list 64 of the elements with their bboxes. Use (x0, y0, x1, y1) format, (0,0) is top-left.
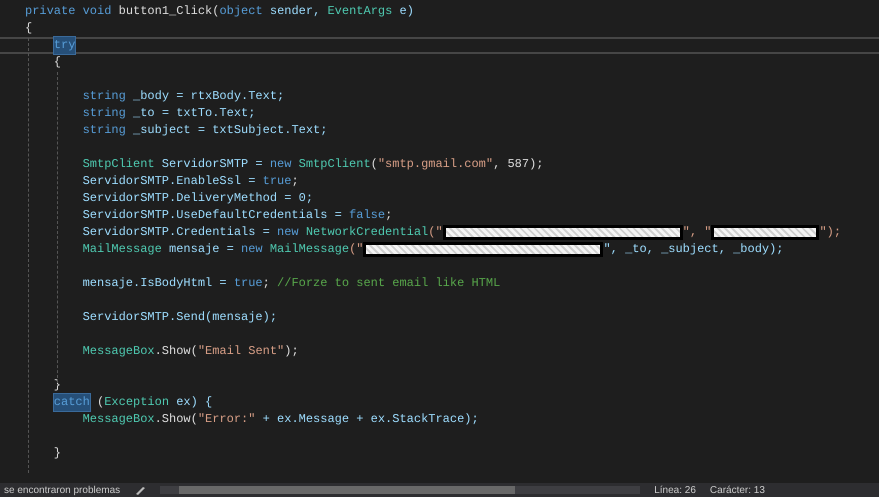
type-token: MessageBox (82, 343, 155, 360)
keyword-token: true (262, 173, 292, 190)
type-token: MailMessage (268, 241, 350, 258)
string-literal: "); (819, 224, 842, 241)
string-literal: "Email Sent" (198, 343, 284, 360)
type-token: MailMessage (82, 241, 162, 258)
code-comment: //Forze to sent email like HTML (276, 275, 500, 292)
code-token: ex) { (175, 394, 212, 411)
code-token: ( (96, 394, 104, 411)
column-status: Carácter: 13 (710, 484, 765, 496)
type-token: Exception (104, 394, 170, 411)
keyword-token: new (241, 241, 263, 258)
type-token: NetworkCredential (304, 224, 428, 241)
code-token: ServidorSMTP.EnableSsl = (82, 173, 256, 190)
code-token: { (25, 20, 32, 37)
code-token: mensaje.IsBodyHtml = (82, 275, 228, 292)
type-token: SmtpClient (82, 156, 155, 173)
code-token: ; (262, 275, 270, 292)
keyword-token: string (82, 122, 126, 139)
keyword-token: new (270, 156, 292, 173)
code-token: _subject = txtSubject.Text; (132, 122, 328, 139)
problems-status[interactable]: se encontraron problemas (4, 484, 120, 496)
code-token: ( (370, 156, 378, 173)
keyword-token: true (234, 275, 263, 292)
code-token: ServidorSMTP.Credentials = (82, 224, 271, 241)
line-number-status: Línea: 26 (654, 484, 696, 496)
code-token: sender, (268, 3, 322, 20)
code-token: mensaje = (168, 241, 235, 258)
keyword-token: new (277, 224, 299, 241)
string-literal: "Error:" (198, 411, 256, 428)
code-token: .Show( (154, 343, 198, 360)
code-token: e) (398, 3, 414, 20)
keyword-token: string (82, 105, 126, 122)
type-token: EventArgs (327, 3, 392, 20)
code-token: ServidorSMTP.Send(mensaje); (82, 309, 278, 326)
code-token: ServidorSMTP.UseDefaultCredentials = (82, 207, 343, 224)
string-literal: (" (428, 224, 443, 241)
keyword-token: object (219, 3, 263, 20)
code-token: ; (291, 173, 299, 190)
string-literal: ", " (682, 224, 712, 241)
code-token: _body = rtxBody.Text; (132, 88, 284, 105)
code-token: + ex.Message + ex.StackTrace); (262, 411, 479, 428)
code-token: ServidorSMTP.DeliveryMethod = 0; (82, 190, 314, 207)
brush-icon[interactable] (134, 485, 146, 495)
string-literal: "smtp.gmail.com" (378, 156, 494, 173)
code-token: .Show( (154, 411, 198, 428)
type-token: MessageBox (82, 411, 155, 428)
string-literal: (" (349, 241, 364, 258)
keyword-token: try (54, 37, 76, 54)
keyword-token: private void (25, 3, 112, 20)
code-token: ", _to, _subject, _body); (603, 241, 784, 258)
code-token: ; (385, 207, 392, 224)
code-token: ServidorSMTP = (160, 156, 264, 173)
code-token: button1_Click( (118, 3, 220, 20)
code-token: ); (284, 343, 299, 360)
code-token: } (54, 445, 61, 462)
horizontal-scrollbar[interactable] (160, 486, 640, 494)
type-token: SmtpClient (298, 156, 371, 173)
keyword-token: catch (54, 394, 90, 411)
code-token: , 587); (493, 156, 544, 173)
keyword-token: string (82, 88, 126, 105)
code-token: _to = txtTo.Text; (132, 105, 256, 122)
code-token: { (54, 54, 61, 71)
keyword-token: false (349, 207, 386, 224)
